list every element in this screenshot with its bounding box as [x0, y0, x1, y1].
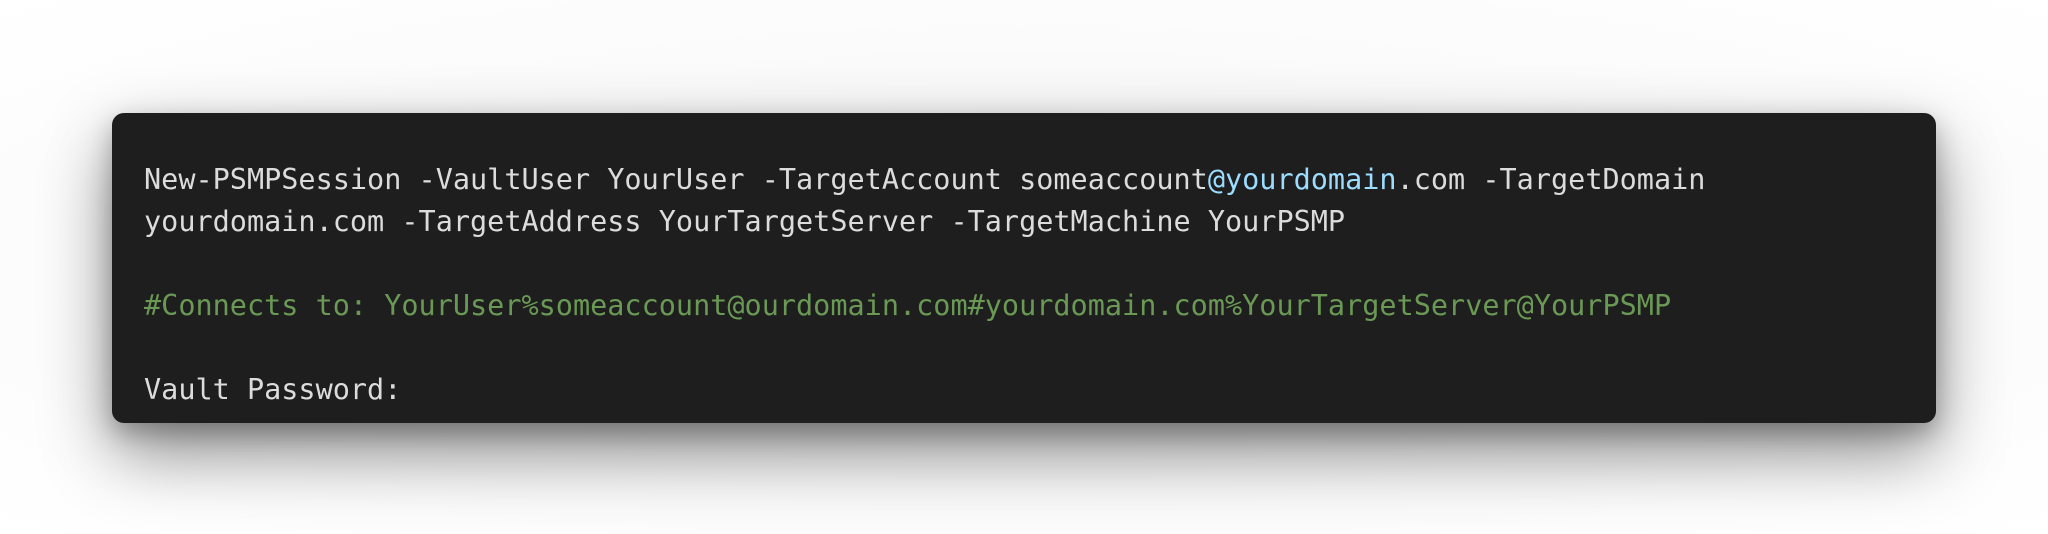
command-text-suffix: .com -TargetDomain: [1396, 163, 1706, 196]
command-line-2: yourdomain.com -TargetAddress YourTarget…: [144, 205, 1346, 238]
command-highlight: @yourdomain: [1207, 163, 1397, 196]
comment-line: #Connects to: YourUser%someaccount@ourdo…: [144, 289, 1672, 322]
command-line-1: New-PSMPSession -VaultUser YourUser -Tar…: [144, 159, 1904, 201]
password-prompt[interactable]: Vault Password:: [144, 369, 1904, 411]
command-text: New-PSMPSession -VaultUser YourUser -Tar…: [144, 163, 1208, 196]
code-block: New-PSMPSession -VaultUser YourUser -Tar…: [112, 113, 1936, 423]
